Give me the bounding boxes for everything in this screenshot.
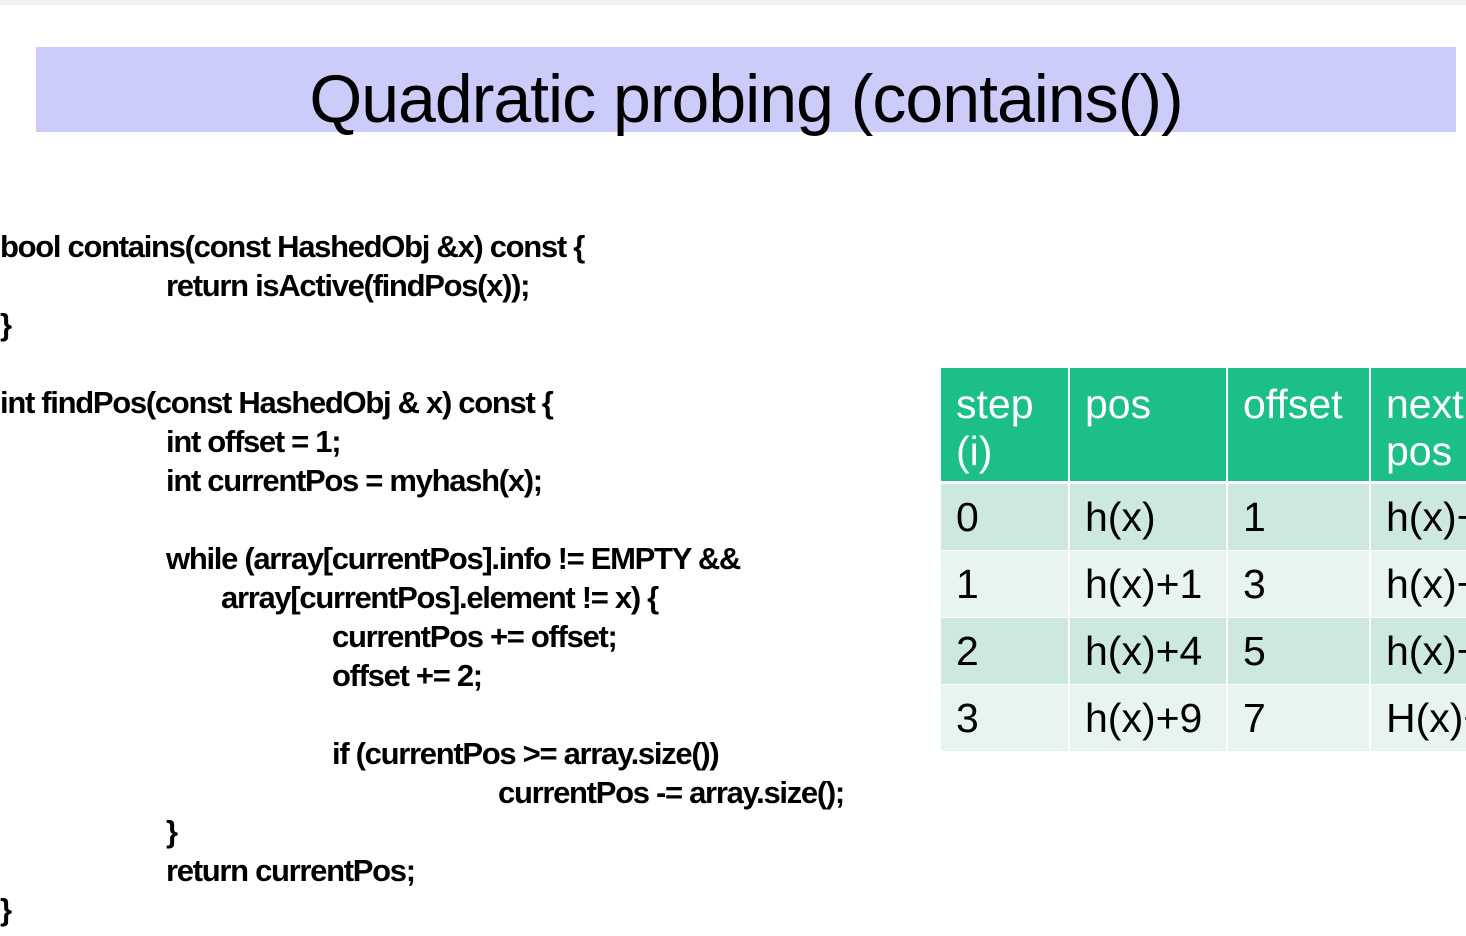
header-pos: pos <box>1069 368 1228 484</box>
code-line: currentPos -= array.size(); <box>498 775 845 810</box>
header-step: step (i) <box>941 368 1070 484</box>
probing-table: step (i) pos offset next pos 0 h(x) 1 h(… <box>941 368 1466 752</box>
cell-next-pos: h(x)+4 <box>1370 550 1466 618</box>
code-line: return currentPos; <box>166 853 416 888</box>
code-line: } <box>0 307 12 342</box>
cell-step: 3 <box>941 684 1070 752</box>
cell-offset: 5 <box>1227 617 1371 685</box>
table-row: 3 h(x)+9 7 H(x)+16 <box>941 684 1466 752</box>
cell-offset: 7 <box>1227 684 1371 752</box>
cell-next-pos: h(x)+9 <box>1370 617 1466 685</box>
header-next-pos: next pos <box>1370 368 1466 484</box>
code-line: if (currentPos >= array.size()) <box>332 736 720 771</box>
cell-step: 1 <box>941 550 1070 618</box>
code-line: while (array[currentPos].info != EMPTY &… <box>166 541 741 576</box>
code-line: int offset = 1; <box>166 424 342 459</box>
code-line: int findPos(const HashedObj & x) const { <box>0 385 554 420</box>
slide-title: Quadratic probing (contains()) <box>309 61 1183 137</box>
code-line: offset += 2; <box>332 658 483 693</box>
cell-offset: 1 <box>1227 482 1371 551</box>
code-line: int currentPos = myhash(x); <box>166 463 543 498</box>
code-line: } <box>0 892 12 927</box>
cell-pos: h(x)+1 <box>1069 550 1228 618</box>
cell-next-pos: H(x)+16 <box>1370 684 1466 752</box>
cell-pos: h(x) <box>1069 482 1228 551</box>
cell-offset: 3 <box>1227 550 1371 618</box>
table-header-row: step (i) pos offset next pos <box>941 368 1466 484</box>
table-row: 1 h(x)+1 3 h(x)+4 <box>941 550 1466 618</box>
code-line: bool contains(const HashedObj &x) const … <box>0 229 585 264</box>
cell-step: 0 <box>941 482 1070 551</box>
cell-pos: h(x)+4 <box>1069 617 1228 685</box>
cell-step: 2 <box>941 617 1070 685</box>
cell-pos: h(x)+9 <box>1069 684 1228 752</box>
code-line: array[currentPos].element != x) { <box>221 580 659 615</box>
code-line: } <box>166 814 178 849</box>
code-line: return isActive(findPos(x)); <box>166 268 531 303</box>
cell-next-pos: h(x)+1 <box>1370 482 1466 551</box>
code-line: currentPos += offset; <box>332 619 618 654</box>
top-bar <box>0 0 1466 5</box>
header-offset: offset <box>1227 368 1371 484</box>
table-row: 2 h(x)+4 5 h(x)+9 <box>941 617 1466 685</box>
table-row: 0 h(x) 1 h(x)+1 <box>941 482 1466 551</box>
